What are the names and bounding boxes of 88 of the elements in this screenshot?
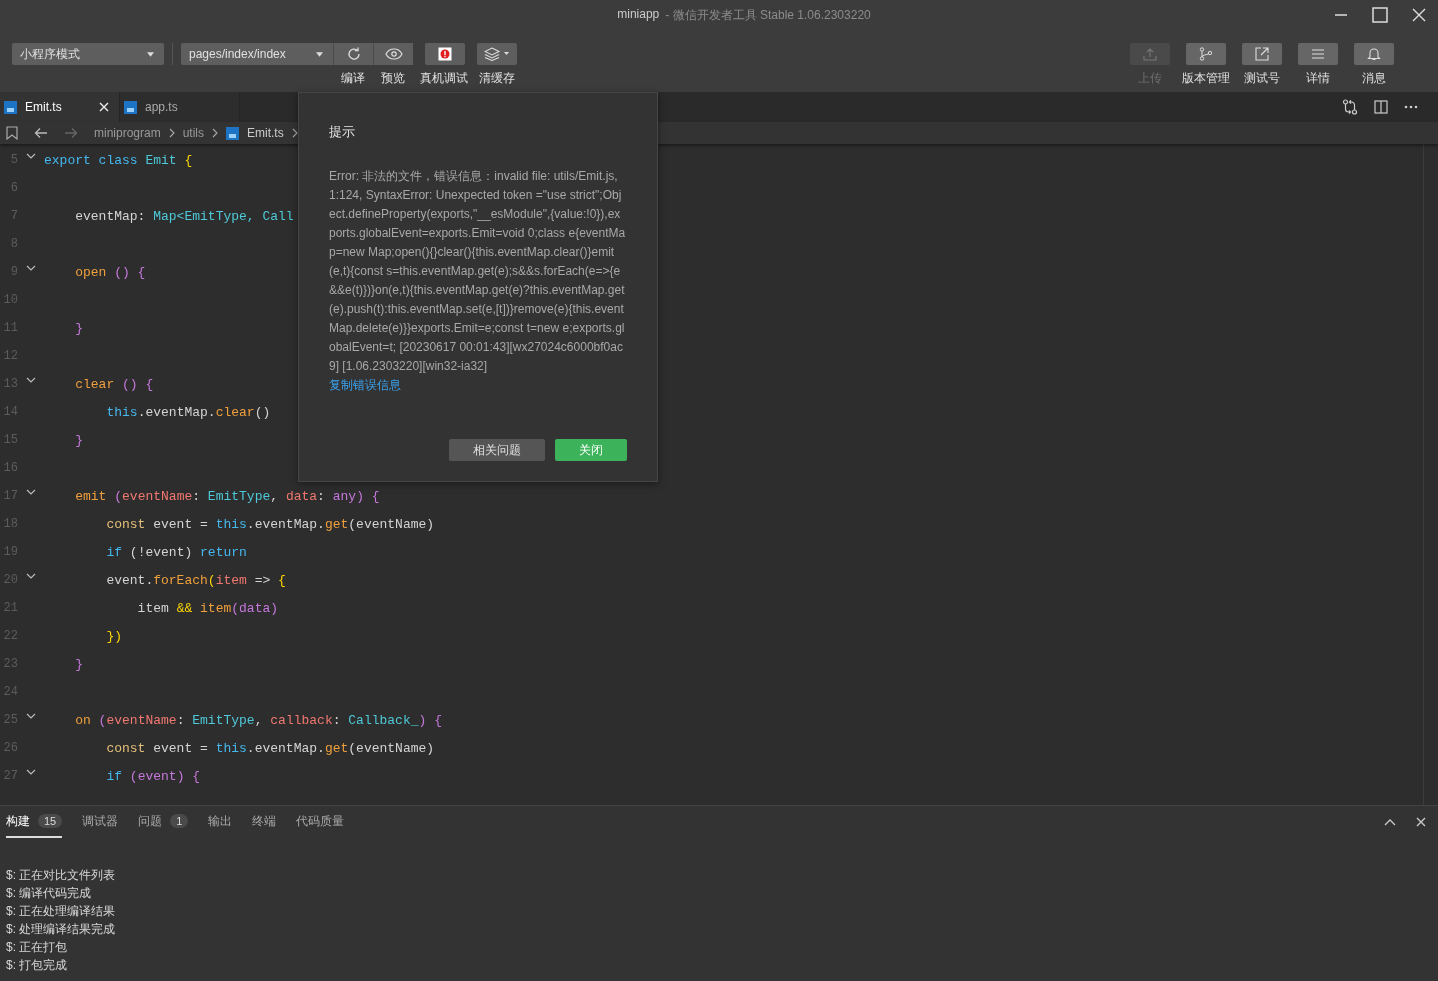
branch-button[interactable]: [1186, 43, 1226, 65]
log-line: $: 正在打包: [6, 939, 69, 956]
code-line: this.eventMap.clear(): [105, 404, 271, 420]
caret-icon: [147, 51, 154, 57]
back-arrow-icon[interactable]: [34, 127, 48, 139]
toolbar-label: 真机调试: [420, 70, 468, 87]
related-issues-button[interactable]: 相关问题: [449, 439, 545, 461]
mode-select[interactable]: 小程序模式: [12, 43, 164, 65]
log-line: $: 处理编译结果完成: [6, 921, 117, 938]
chevron-icon: [212, 128, 219, 138]
upload-icon: [1143, 47, 1157, 61]
breadcrumb-item[interactable]: Emit.ts: [247, 126, 284, 140]
code-line: export class Emit {: [44, 152, 193, 168]
code-line: }: [74, 656, 83, 672]
close-icon[interactable]: [1416, 817, 1426, 827]
toolbar-label: 版本管理: [1182, 70, 1230, 87]
code-line: on (eventName: EmitType, callback: Callback_) {: [74, 712, 442, 728]
typescript-file-icon: [4, 100, 17, 114]
debug-button[interactable]: [425, 43, 465, 65]
code-line: eventMap: Map<EmitType, Call: [74, 208, 294, 224]
maximize-icon[interactable]: [1372, 7, 1388, 23]
menu-icon: [1311, 47, 1325, 61]
fold-chevron-icon[interactable]: [26, 769, 36, 775]
panel-tab[interactable]: 问题 1: [138, 806, 189, 838]
chevron-icon: [168, 128, 175, 138]
bookmark-icon[interactable]: [6, 126, 18, 140]
toolbar-label: 预览: [381, 70, 405, 87]
code-line: clear () {: [74, 376, 154, 392]
page-select[interactable]: pages/index/index: [181, 43, 333, 65]
code-line: item && item(data): [136, 600, 279, 616]
fold-chevron-icon[interactable]: [26, 489, 36, 495]
panel-tab[interactable]: 构建 15: [6, 806, 63, 838]
panel-tab[interactable]: 终端: [252, 806, 277, 838]
compare-icon[interactable]: [1342, 99, 1358, 115]
editor-tab[interactable]: Emit.ts: [0, 92, 120, 122]
fold-chevron-icon[interactable]: [26, 265, 36, 271]
cache-button[interactable]: [477, 43, 517, 65]
chevron-up-icon[interactable]: [1384, 818, 1396, 826]
external-link-icon: [1255, 47, 1269, 61]
branch-icon: [1199, 47, 1213, 61]
fold-chevron-icon[interactable]: [26, 713, 36, 719]
window-title: miniapp: [617, 6, 660, 23]
breadcrumb-item[interactable]: miniprogram: [94, 126, 161, 140]
log-line: $: 正在对比文件列表: [6, 867, 117, 884]
log-line: $: 正在处理编译结果: [6, 903, 117, 920]
panel-tab[interactable]: 输出: [208, 806, 233, 838]
typescript-file-icon: [124, 100, 137, 114]
code-line: }: [74, 320, 83, 336]
panel-tab[interactable]: 代码质量: [296, 806, 345, 838]
panel-tab[interactable]: 调试器: [82, 806, 119, 838]
code-line: if (!event) return: [105, 544, 247, 560]
caret-icon: [316, 51, 323, 57]
layers-icon: [484, 47, 510, 61]
eye-icon: [384, 47, 403, 61]
chevron-icon: [291, 128, 298, 138]
code-line: emit (eventName: EmitType, data: any) {: [74, 488, 380, 504]
toolbar-label: 编译: [341, 70, 365, 87]
code-line: }): [105, 628, 122, 644]
fold-chevron-icon[interactable]: [26, 377, 36, 383]
toolbar-label: 详情: [1306, 70, 1330, 87]
breadcrumb-item[interactable]: utils: [182, 126, 205, 140]
fold-chevron-icon[interactable]: [26, 573, 36, 579]
toolbar-label: 测试号: [1244, 70, 1280, 87]
copy-error-link[interactable]: 复制错误信息: [329, 376, 401, 395]
close-icon[interactable]: [1412, 8, 1426, 22]
split-editor-icon[interactable]: [1374, 100, 1388, 114]
code-line: open () {: [74, 264, 146, 280]
preview-button[interactable]: [373, 43, 413, 65]
refresh-icon: [345, 46, 362, 62]
toolbar-label: 清缓存: [479, 70, 515, 87]
window-subtitle: - 微信开发者工具 Stable 1.06.2303220: [665, 6, 871, 24]
code-line: const event = this.eventMap.get(eventName): [105, 516, 435, 532]
code-line: }: [74, 432, 83, 448]
code-line: if (event) {: [105, 768, 201, 784]
log-line: $: 打包完成: [6, 957, 69, 974]
error-message: Error: 非法的文件，错误信息：invalid file: utils/Emit.js, 1:124, SyntaxError: Unexpected token ="use strict";Object.defineProperty(exports,"__esModule",{value:!0}),exports.globalEvent=exports.Emit=void 0;class e{eventMap=new Map;open(){}clear(){this.eventMap.clear()}emit(e,t){const s=this.eventMap.get(e);s&&s.forEach(e=>{e&&e(t)})}on(e,t){this.eventMap.get(e)?this.eventMap.get(e).push(t):this.eventMap.set(e,[t])}remove(e){this.eventMap.delete(e)}}exports.Emit=e;const t=new e;exports.globalEvent=t; [20230617 00:01:43][wx27024c6000bf0ac9] [1.06.2303220][win32-ia32]: [329, 168, 627, 375]
code-line: event.forEach(item => {: [105, 572, 286, 588]
bell-icon: [1367, 47, 1381, 61]
fold-chevron-icon[interactable]: [26, 153, 36, 159]
code-line: const event = this.eventMap.get(eventName): [105, 740, 435, 756]
more-icon[interactable]: [1404, 105, 1418, 109]
toolbar-label: 消息: [1362, 70, 1386, 87]
compile-button[interactable]: [333, 43, 373, 65]
phone-debug-icon: [438, 47, 452, 61]
log-line: $: 编译代码完成: [6, 885, 93, 902]
typescript-file-icon: [226, 126, 240, 140]
dialog-title: 提示: [329, 123, 355, 141]
notification-button[interactable]: [1354, 43, 1394, 65]
